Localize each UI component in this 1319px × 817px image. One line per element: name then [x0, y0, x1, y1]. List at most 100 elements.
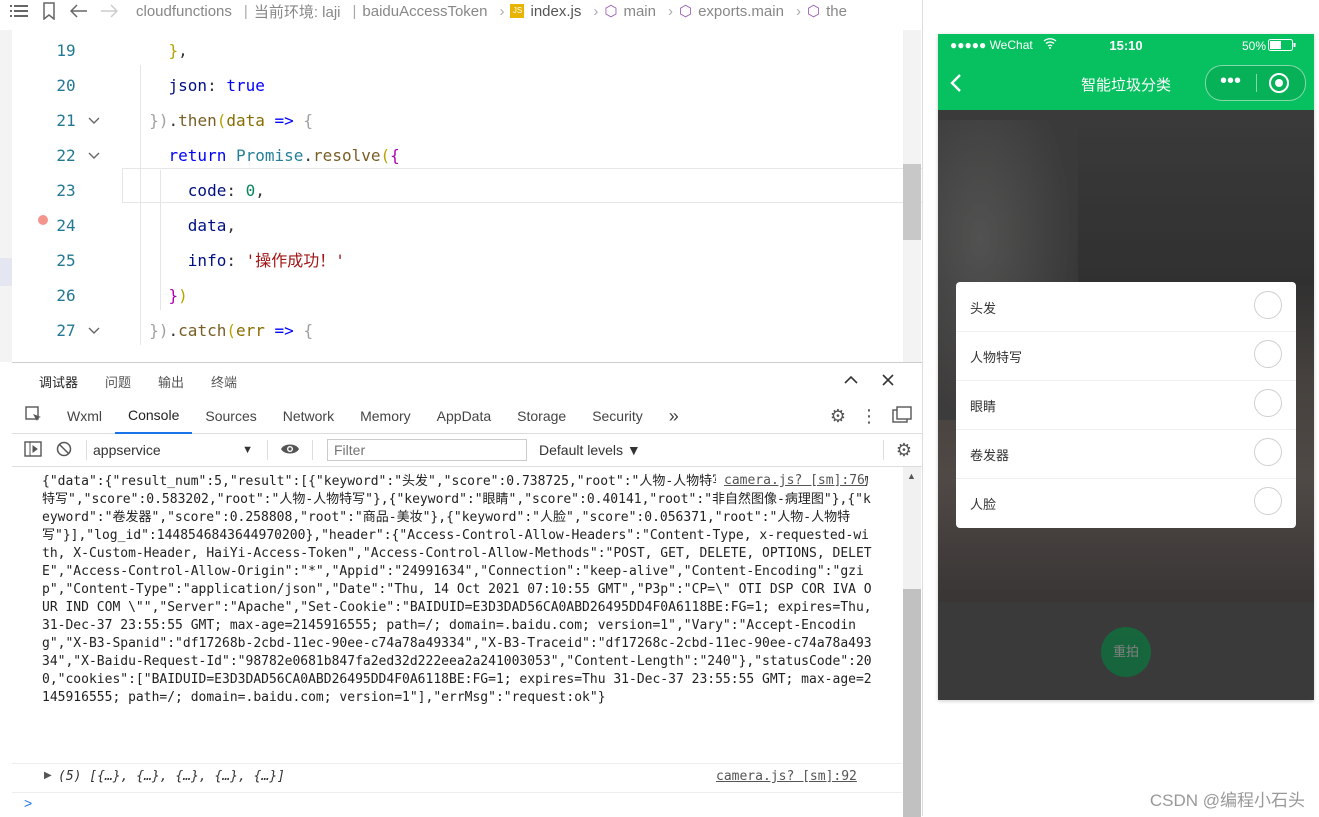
radio-button[interactable] [1254, 487, 1282, 515]
code-token: => [274, 321, 294, 340]
fold-chevron-icon[interactable] [88, 313, 100, 348]
sidebar-toggle-icon[interactable] [24, 440, 42, 460]
cube-icon: ⬡ [678, 3, 693, 20]
line-number: 27 [56, 321, 76, 340]
result-item[interactable]: 眼睛 [956, 380, 1296, 430]
log-row-array[interactable]: ▶ (5) [{…}, {…}, {…}, {…}, {…}] camera.j… [12, 763, 902, 793]
close-icon[interactable] [882, 373, 894, 391]
code-line: 22 return Promise.resolve({ [12, 138, 922, 173]
tab-debugger[interactable]: 调试器 [39, 372, 78, 391]
nav-bar: 智能垃圾分类 ••• [938, 56, 1314, 110]
code-token: 0 [245, 181, 256, 200]
result-item[interactable]: 人物特写 [956, 331, 1296, 381]
tab-appdata[interactable]: AppData [424, 399, 504, 433]
console-prompt[interactable]: > [24, 795, 32, 811]
expand-triangle-icon[interactable]: ▶ [44, 770, 52, 781]
tab-problems[interactable]: 问题 [105, 372, 131, 391]
tab-security[interactable]: Security [579, 399, 656, 433]
code-text: code: 0, [130, 173, 265, 208]
code-token: } [168, 286, 179, 305]
code-token: resolve [313, 146, 381, 165]
filter-input[interactable] [327, 439, 527, 461]
breadcrumb-env[interactable]: 当前环境: laji [254, 1, 341, 22]
bookmark-icon[interactable] [38, 0, 60, 22]
console-toolbar: appservice ▼ Default levels ▼ ⚙ [12, 434, 922, 467]
log-source-link[interactable]: camera.js? [sm]:76 [716, 473, 865, 488]
result-list-card: 头发 人物特写 眼睛 卷发器 人脸 [956, 282, 1296, 528]
breadcrumb-separator: | [243, 2, 248, 20]
code-token: then [178, 111, 217, 130]
radio-button[interactable] [1254, 389, 1282, 417]
close-miniprogram-icon[interactable] [1268, 72, 1290, 99]
gear-icon[interactable]: ⚙ [830, 406, 846, 427]
log-source-link[interactable]: camera.js? [sm]:92 [716, 769, 857, 784]
line-number: 19 [56, 41, 76, 60]
code-editor[interactable]: 19 }, 20 json: true 21 }).then(data => {22… [12, 30, 922, 362]
code-token: . [168, 321, 179, 340]
clear-console-icon[interactable] [56, 441, 72, 460]
menu-icon[interactable] [8, 0, 30, 22]
code-text: }, [130, 33, 188, 68]
more-tabs-icon[interactable]: » [656, 399, 692, 433]
chevron-up-icon[interactable] [844, 372, 858, 390]
breadcrumb-folder[interactable]: baiduAccessToken [362, 3, 487, 20]
tab-console[interactable]: Console [115, 398, 193, 434]
tab-wxml[interactable]: Wxml [54, 399, 115, 433]
inspect-element-icon[interactable] [24, 405, 44, 428]
ide-window: cloudfunctions | 当前环境: laji | baiduAcces… [0, 0, 923, 817]
radio-button[interactable] [1254, 291, 1282, 319]
back-arrow-icon[interactable] [68, 0, 90, 22]
fold-chevron-icon[interactable] [88, 138, 100, 173]
code-token: data [187, 216, 227, 235]
code-text: return Promise.resolve({ [130, 138, 400, 173]
dock-icon[interactable] [892, 405, 912, 427]
breadcrumb-cloudfunctions[interactable]: cloudfunctions [136, 3, 232, 20]
line-number: 23 [56, 181, 76, 200]
more-dots-icon[interactable]: ••• [1220, 71, 1241, 91]
breadcrumb-symbol-exports-main[interactable]: exports.main [698, 3, 784, 20]
code-token: true [226, 76, 265, 95]
console-scrollbar-thumb[interactable] [903, 589, 921, 817]
result-item[interactable]: 人脸 [956, 478, 1296, 527]
log-levels-dropdown[interactable]: Default levels ▼ [539, 442, 641, 458]
console-settings-gear-icon[interactable]: ⚙ [896, 440, 912, 461]
result-item[interactable]: 卷发器 [956, 429, 1296, 479]
code-token: => [274, 111, 294, 130]
indent-guide [160, 170, 161, 310]
tab-storage[interactable]: Storage [504, 399, 579, 433]
code-token: }) [149, 111, 169, 130]
code-line: 23 code: 0, [12, 173, 922, 208]
code-token: , [178, 41, 188, 60]
kebab-menu-icon[interactable]: ⋮ [860, 406, 878, 427]
fold-chevron-icon[interactable] [88, 103, 100, 138]
code-text: }).catch(err => { [130, 313, 313, 348]
tab-terminal[interactable]: 终端 [211, 372, 237, 391]
code-token: : [226, 251, 246, 270]
chevron-right-icon: › [795, 2, 801, 20]
radio-button[interactable] [1254, 340, 1282, 368]
editor-scrollbar-thumb[interactable] [903, 164, 921, 240]
scroll-up-arrow-icon[interactable]: ▲ [907, 471, 916, 481]
tab-output[interactable]: 输出 [158, 372, 184, 391]
tab-memory[interactable]: Memory [347, 399, 424, 433]
code-token: code [187, 181, 227, 200]
context-select[interactable]: appservice ▼ [93, 442, 253, 458]
cube-icon: ⬡ [806, 3, 821, 20]
battery-percent: 50% [1241, 39, 1266, 53]
forward-arrow-icon[interactable] [98, 0, 120, 22]
breadcrumb-symbol-main[interactable]: main [623, 3, 656, 20]
breadcrumb-symbol-then[interactable]: the [826, 3, 847, 20]
line-number: 20 [56, 76, 76, 95]
breadcrumb-file[interactable]: index.js [530, 3, 581, 20]
code-line: 19 }, [12, 33, 922, 68]
chevron-right-icon: › [593, 2, 599, 20]
tab-sources[interactable]: Sources [192, 399, 269, 433]
result-item[interactable]: 头发 [956, 282, 1296, 332]
tab-network[interactable]: Network [270, 399, 347, 433]
eye-icon[interactable] [280, 442, 300, 459]
radio-button[interactable] [1254, 438, 1282, 466]
